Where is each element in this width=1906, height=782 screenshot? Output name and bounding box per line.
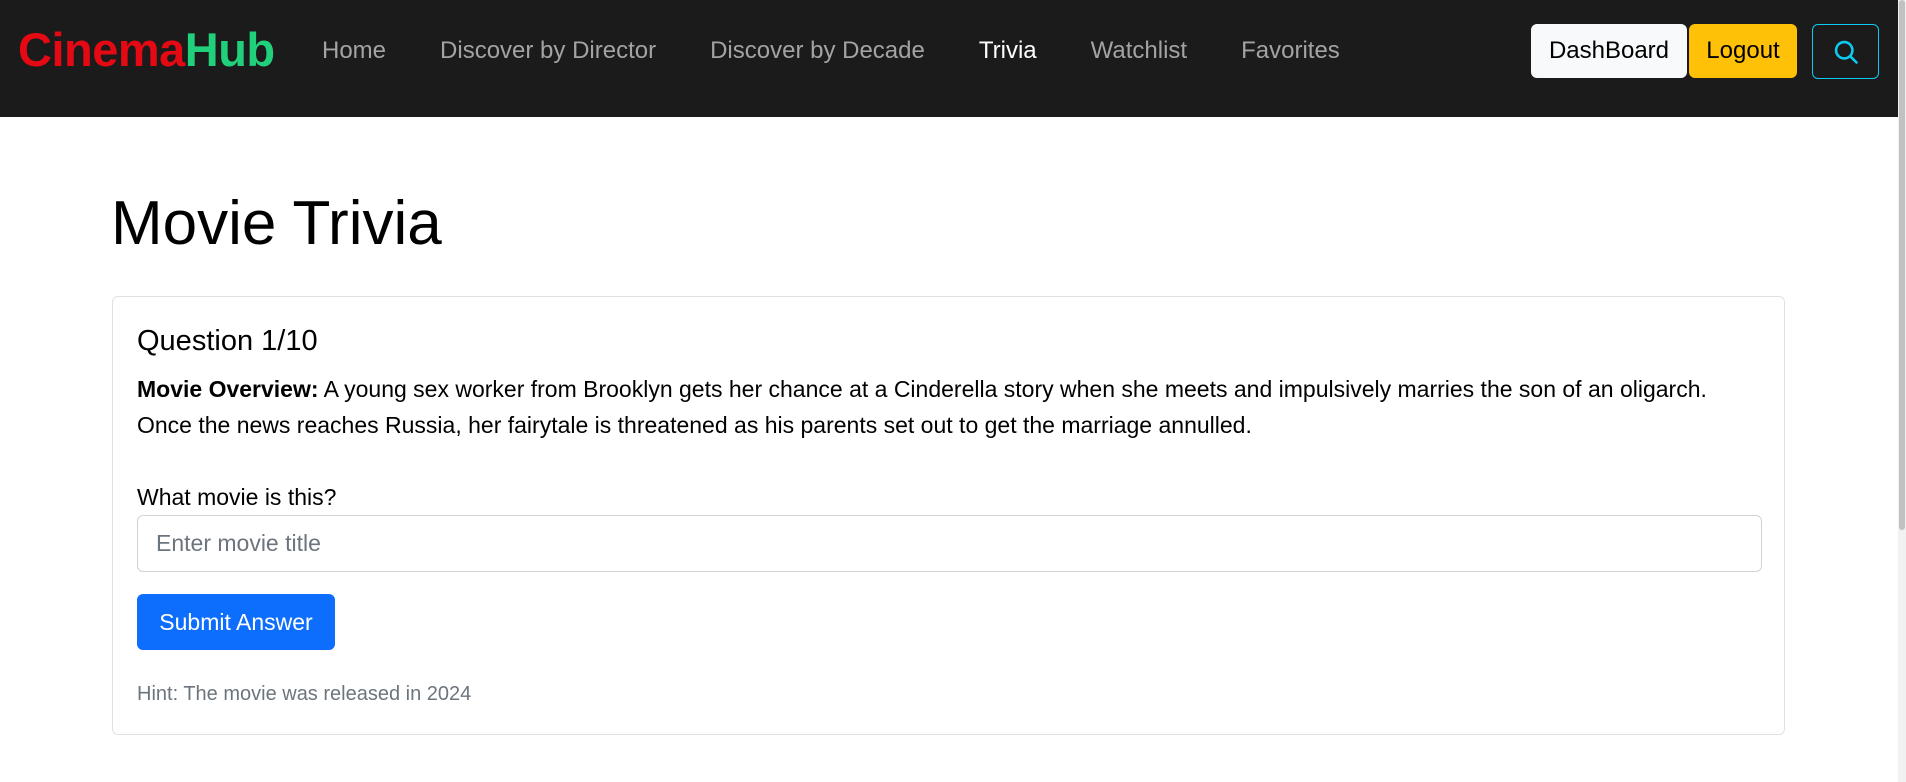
logout-button[interactable]: Logout [1689, 24, 1797, 78]
dashboard-button[interactable]: DashBoard [1531, 24, 1687, 78]
nav-link-favorites[interactable]: Favorites [1241, 36, 1340, 66]
nav-links: Home Discover by Director Discover by De… [322, 36, 1394, 66]
movie-overview-text: A young sex worker from Brooklyn gets he… [137, 376, 1707, 438]
submit-answer-button[interactable]: Submit Answer [137, 594, 335, 650]
search-icon [1834, 40, 1858, 64]
nav-link-discover-by-director[interactable]: Discover by Director [440, 36, 656, 66]
question-number: Question 1/10 [137, 325, 318, 357]
question-prompt: What movie is this? [137, 484, 337, 510]
nav-link-watchlist[interactable]: Watchlist [1091, 36, 1187, 66]
brand-logo[interactable]: CinemaHub [18, 22, 275, 78]
movie-overview-label: Movie Overview: [137, 376, 319, 402]
page-title: Movie Trivia [111, 189, 442, 258]
nav-link-discover-by-decade[interactable]: Discover by Decade [710, 36, 925, 66]
nav-link-trivia[interactable]: Trivia [979, 36, 1037, 66]
movie-title-input[interactable] [137, 515, 1762, 572]
movie-overview: Movie Overview: A young sex worker from … [137, 371, 1737, 443]
nav-link-home[interactable]: Home [322, 36, 386, 66]
brand-name-part1: Cinema [18, 23, 185, 76]
top-navbar: CinemaHub Home Discover by Director Disc… [0, 0, 1898, 117]
page-scrollbar-thumb[interactable] [1899, 0, 1905, 530]
search-button[interactable] [1812, 24, 1879, 79]
brand-name-part2: Hub [184, 23, 275, 76]
hint-text: Hint: The movie was released in 2024 [137, 683, 472, 705]
trivia-card: Question 1/10 Movie Overview: A young se… [112, 296, 1785, 735]
